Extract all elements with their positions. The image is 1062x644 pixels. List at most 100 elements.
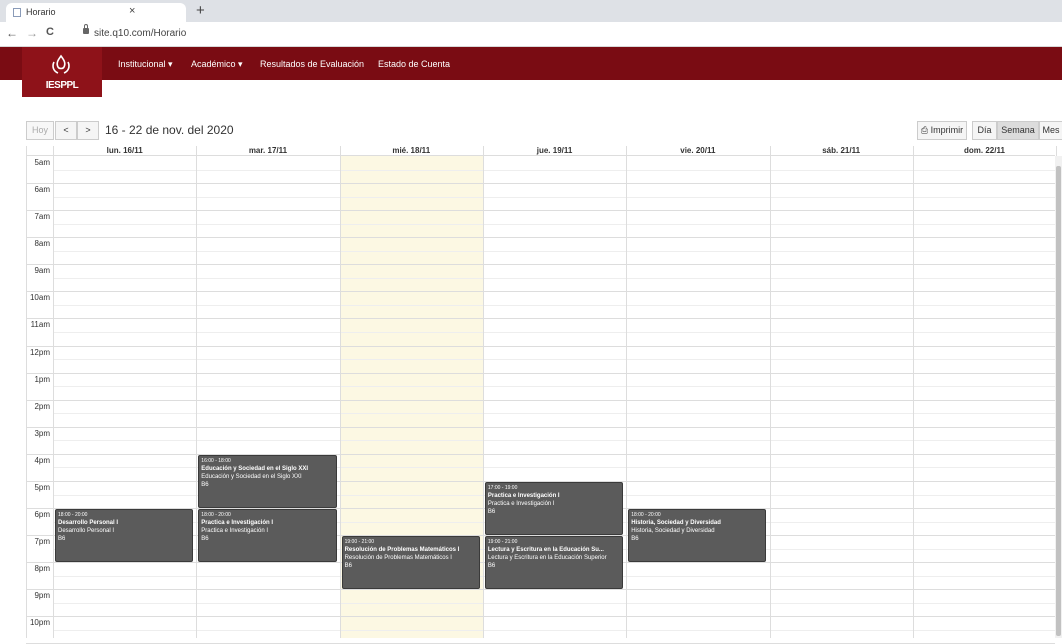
hour-label: 6am — [34, 185, 50, 195]
calendar-scrollbar[interactable] — [1055, 156, 1062, 638]
hour-label: 8am — [34, 239, 50, 249]
back-arrow-icon[interactable]: ← — [6, 26, 18, 40]
calendar-event[interactable]: 18:00 - 20:00 Historia, Sociedad y Divers… — [628, 509, 767, 563]
event-time: 18:00 - 20:00 — [631, 512, 661, 519]
event-room: B6 — [58, 536, 66, 543]
hour-line — [26, 453, 1055, 455]
day-header[interactable]: mié. 18/11 — [340, 146, 483, 155]
event-subtitle: Historia, Sociedad y Diversidad — [631, 528, 715, 535]
day-header[interactable]: vie. 20/11 — [626, 146, 769, 155]
day-header[interactable]: mar. 17/11 — [196, 146, 339, 155]
scrollbar-thumb[interactable] — [1056, 166, 1061, 636]
logo-flame-icon — [52, 54, 70, 74]
menu-estado-cuenta[interactable]: Estado de Cuenta — [378, 59, 450, 69]
half-hour-line — [53, 196, 1055, 198]
half-hour-line — [53, 250, 1055, 252]
calendar-event[interactable]: 17:00 - 19:00 Practica e Investigación IP… — [484, 481, 624, 536]
view-month-button[interactable]: Mes — [1039, 121, 1062, 140]
menu-resultados-evaluacion[interactable]: Resultados de Evaluación — [260, 59, 364, 69]
view-day-button[interactable]: Día — [972, 121, 997, 140]
event-room: B6 — [201, 536, 209, 543]
hour-line — [26, 345, 1055, 347]
calendar-event[interactable]: 18:00 - 20:00 Practica e Investigación IP… — [198, 509, 337, 563]
event-time: 16:00 - 18:00 — [201, 457, 231, 464]
lock-icon — [83, 24, 89, 34]
hour-line — [26, 426, 1055, 428]
forward-arrow-icon[interactable]: → — [26, 26, 38, 40]
calendar-event[interactable]: 16:00 - 18:00 Educación y Sociedad en el … — [198, 454, 337, 509]
calendar-event[interactable]: 18:00 - 20:00 Desarrollo Personal I Desarr… — [55, 509, 194, 563]
day-header[interactable]: jue. 19/11 — [483, 146, 626, 155]
event-subtitle: Lectura y Escritura en la Educación Supe… — [487, 555, 607, 562]
hour-line — [26, 589, 1055, 591]
event-title: Desarrollo Personal I — [58, 520, 119, 527]
print-button[interactable]: ⎙ Imprimir — [917, 121, 967, 140]
menu-academico[interactable]: Académico ▾ — [191, 59, 243, 70]
tab-title: Horario — [26, 7, 56, 17]
url-input[interactable]: site.q10.com/Horario — [94, 28, 186, 39]
print-label: Imprimir — [930, 125, 964, 135]
today-button[interactable]: Hoy — [26, 121, 54, 140]
hour-label: 8pm — [34, 564, 50, 574]
browser-tab-bar: Horario × + — [0, 0, 1062, 22]
calendar-event[interactable]: 19:00 - 21:00 Lectura y Escritura en la E… — [484, 536, 624, 590]
half-hour-line — [53, 629, 1055, 631]
view-week-button[interactable]: Semana — [997, 121, 1039, 140]
event-room: B6 — [631, 536, 639, 543]
event-title: Historia, Sociedad y Diversidad — [631, 520, 721, 527]
day-column-divider — [196, 146, 198, 638]
day-column-divider — [339, 146, 341, 638]
next-week-button[interactable]: > — [77, 121, 99, 140]
grid-left-border — [26, 146, 27, 638]
half-hour-line — [53, 602, 1055, 604]
half-hour-line — [53, 277, 1055, 279]
half-hour-line — [53, 359, 1055, 361]
half-hour-line — [53, 413, 1055, 415]
half-hour-line — [53, 440, 1055, 442]
calendar-event[interactable]: 19:00 - 21:00 Resolución de Problemas Mat… — [341, 536, 480, 590]
half-hour-line — [53, 169, 1055, 171]
hour-label: 3pm — [34, 428, 50, 438]
half-hour-line — [53, 304, 1055, 306]
tab-close-icon[interactable]: × — [129, 5, 135, 17]
hour-label: 10am — [29, 293, 50, 303]
week-range-title: 16 - 22 de nov. del 2020 — [105, 123, 234, 137]
day-header[interactable]: sáb. 21/11 — [770, 146, 913, 155]
event-time: 19:00 - 21:00 — [344, 539, 375, 546]
event-time: 19:00 - 21:00 — [487, 539, 518, 546]
day-header[interactable]: dom. 22/11 — [913, 146, 1056, 155]
prev-week-button[interactable]: < — [55, 121, 77, 140]
event-title: Resolución de Problemas Matemáticos I — [344, 547, 460, 554]
event-title: Practica e Investigación I — [201, 520, 273, 527]
hour-line — [26, 291, 1055, 293]
event-room: B6 — [487, 508, 496, 515]
page-favicon-icon — [13, 8, 21, 17]
hour-label: 9pm — [34, 591, 50, 601]
day-header[interactable]: lun. 16/11 — [53, 146, 196, 155]
reload-icon[interactable]: C — [46, 26, 54, 38]
hour-label: 7pm — [34, 537, 50, 547]
event-room: B6 — [487, 563, 496, 570]
browser-tab[interactable]: Horario × — [6, 3, 186, 22]
event-subtitle: Resolución de Problemas Matemáticos I — [344, 555, 452, 562]
event-room: B6 — [201, 481, 209, 488]
half-hour-line — [53, 223, 1055, 225]
day-column-divider — [769, 146, 771, 638]
day-column-divider — [53, 146, 54, 638]
half-hour-line — [53, 386, 1055, 388]
event-subtitle: Practica e Investigación I — [487, 500, 555, 507]
hour-label: 9am — [34, 266, 50, 276]
hour-label: 12pm — [29, 347, 50, 357]
day-column-divider — [912, 146, 914, 638]
menu-institucional[interactable]: Institucional ▾ — [118, 59, 173, 70]
half-hour-line — [53, 332, 1055, 334]
hour-line — [26, 264, 1055, 266]
new-tab-icon[interactable]: + — [196, 2, 205, 19]
hour-label: 11am — [30, 320, 50, 330]
event-title: Educación y Sociedad en el Siglo XXI — [201, 465, 308, 472]
hour-label: 5am — [34, 158, 50, 167]
site-logo[interactable]: IESPPL — [22, 47, 102, 97]
hour-label: 4pm — [34, 455, 50, 465]
event-title: Lectura y Escritura en la Educación Su..… — [487, 547, 604, 554]
hour-label: 2pm — [34, 401, 50, 411]
